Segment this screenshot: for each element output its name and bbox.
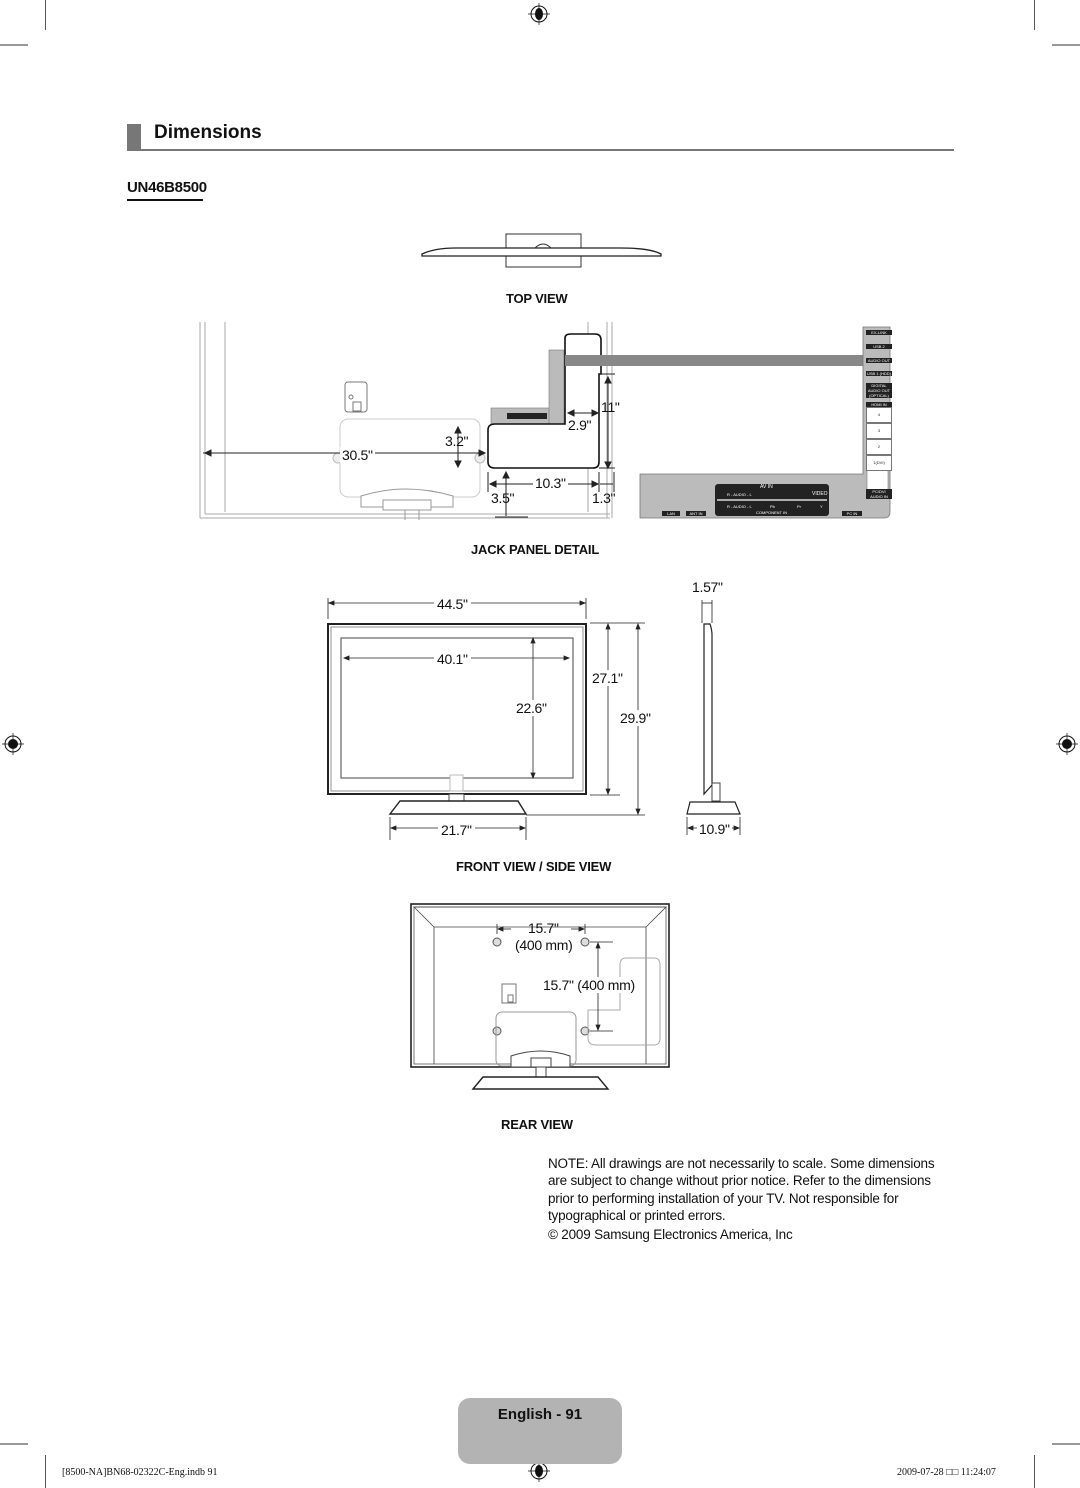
dim-screen-width: 40.1"	[434, 651, 471, 667]
crop-mark-left-bottom	[0, 1443, 28, 1445]
dim-vesa-horizontal-mm: (400 mm)	[515, 937, 573, 953]
port-pb: Pb	[770, 504, 775, 509]
vesa-hole-icon	[492, 937, 502, 947]
registration-mark-icon	[528, 3, 550, 25]
dim-stand-depth: 10.9"	[697, 821, 732, 837]
port-ex-link: EX-LINK	[866, 330, 892, 335]
port-audio-top: R - AUDIO - L	[727, 492, 752, 497]
port-usb-1: USB 1 (HDD)	[866, 371, 892, 376]
port-usb-2: USB 2	[866, 344, 892, 349]
side-view	[686, 623, 741, 815]
port-digital-audio: DIGITAL AUDIO OUT (OPTICAL)	[866, 383, 892, 398]
dim-vesa-horizontal: 15.7"	[528, 920, 559, 936]
dim-bottom-width: 10.3"	[533, 475, 568, 491]
power-jack-icon	[501, 983, 517, 1004]
section-divider	[127, 149, 954, 151]
model-number: UN46B8500	[127, 179, 207, 196]
dim-vesa-vertical: 15.7" (400 mm)	[543, 977, 635, 993]
disclaimer-note: NOTE: All drawings are not necessarily t…	[548, 1156, 935, 1223]
port-audio-bottom: R - AUDIO - L	[727, 504, 752, 509]
section-title: Dimensions	[154, 122, 262, 143]
port-hdmi-4: 4	[866, 407, 892, 423]
dim-height-with-stand: 29.9"	[620, 710, 651, 726]
dim-overall-width: 44.5"	[434, 596, 471, 612]
power-jack-icon	[344, 381, 368, 413]
crop-mark-right-top	[1052, 44, 1080, 46]
jack-panel-drawing	[199, 322, 891, 520]
registration-mark-icon	[1056, 733, 1078, 755]
registration-mark-icon	[2, 733, 24, 755]
crop-mark-top-left	[45, 0, 46, 30]
port-video: VIDEO	[812, 491, 828, 497]
dim-panel-height-offset: 3.2"	[445, 433, 469, 449]
dim-bottom-offset: 3.5"	[491, 490, 515, 506]
section-marker	[127, 124, 141, 151]
dim-right-offset: 1.3"	[592, 490, 616, 506]
dim-screen-height: 22.6"	[516, 700, 547, 716]
tv-top-profile	[421, 247, 662, 257]
print-timestamp: 2009-07-28 □□ 11:24:07	[897, 1467, 996, 1478]
jack-panel-caption: JACK PANEL DETAIL	[471, 542, 600, 557]
crop-mark-left-top	[0, 44, 28, 46]
port-component-in: COMPONENT IN	[756, 510, 788, 515]
port-audio-out: AUDIO OUT	[866, 358, 892, 363]
port-pc-dvi-audio: PC/DVI AUDIO IN	[866, 489, 892, 499]
rear-view-caption: REAR VIEW	[501, 1117, 573, 1132]
port-hdmi-2: 2	[866, 439, 892, 455]
vesa-hole-icon	[492, 1026, 502, 1036]
copyright-text: © 2009 Samsung Electronics America, Inc	[548, 1227, 793, 1242]
vesa-hole-icon	[580, 937, 590, 947]
dim-side-depth: 2.9"	[568, 417, 592, 433]
dim-stand-width: 21.7"	[438, 822, 475, 838]
front-side-view-drawing	[327, 598, 741, 840]
model-underline	[127, 199, 203, 201]
front-side-view-caption: FRONT VIEW / SIDE VIEW	[456, 859, 612, 874]
top-view-caption: TOP VIEW	[506, 291, 568, 306]
cable-cover-outline	[487, 333, 602, 469]
dim-side-height: 11"	[601, 399, 620, 415]
crop-mark-bottom-left	[45, 1455, 46, 1488]
jack-panel-small	[490, 349, 565, 425]
file-info: [8500-NA]BN68-02322C-Eng.indb 91	[62, 1467, 218, 1478]
dim-depth: 1.57"	[692, 579, 723, 595]
port-hdmi-1-dvi: 1(DVI)	[866, 455, 892, 471]
page-number: English - 91	[497, 1406, 583, 1423]
top-view-drawing	[421, 233, 662, 268]
port-lan: LAN	[662, 511, 680, 516]
port-pc-in: PC IN	[842, 511, 862, 516]
port-hdmi-3: 3	[866, 423, 892, 439]
port-av-in: AV IN	[760, 484, 773, 490]
port-y: Y	[820, 504, 823, 509]
stand-foot	[471, 1076, 610, 1090]
gray-band	[565, 355, 865, 366]
port-ant-in: ANT IN	[686, 511, 706, 516]
crop-mark-top-right	[1034, 0, 1035, 30]
crop-mark-right-bottom	[1052, 1443, 1080, 1445]
dim-height-without-stand: 27.1"	[592, 670, 623, 686]
crop-mark-bottom-right	[1034, 1455, 1035, 1488]
dim-left-offset: 30.5"	[340, 447, 375, 463]
stand-plate	[382, 499, 432, 511]
side-port-list: EX-LINK USB 2 AUDIO OUT USB 1 (HDD) DIGI…	[866, 330, 892, 471]
port-pr: Pr	[797, 504, 801, 509]
